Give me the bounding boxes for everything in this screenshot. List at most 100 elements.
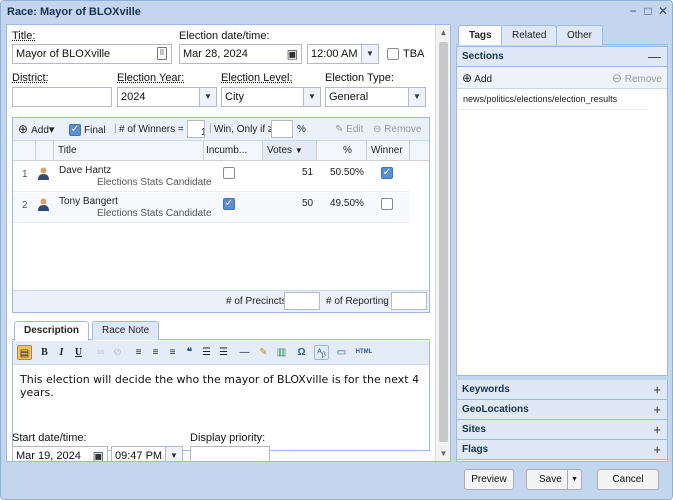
winners-input[interactable]: 1 — [187, 120, 205, 138]
col-winner[interactable]: Winner — [371, 145, 403, 156]
col-title[interactable]: Title — [58, 145, 77, 156]
incumbent-checkbox[interactable]: ✓ — [223, 198, 235, 210]
scroll-up-icon[interactable]: ▲ — [436, 28, 450, 37]
description-text[interactable]: This election will decide the who the ma… — [20, 373, 420, 399]
display-priority-input[interactable] — [190, 446, 270, 461]
html-source-icon[interactable]: HTML — [353, 345, 375, 360]
media-icon[interactable]: ▭ — [334, 345, 349, 360]
col-percent[interactable]: % — [343, 145, 352, 156]
candidate-name: Dave Hantz — [59, 165, 112, 176]
italic-icon[interactable]: I — [54, 345, 69, 360]
flags-header[interactable]: Flags + — [457, 440, 667, 460]
tab-other[interactable]: Other — [556, 25, 604, 45]
election-year-select[interactable]: 2024 ▼ — [117, 87, 217, 107]
preview-button[interactable]: Preview — [464, 469, 514, 490]
edit-button[interactable]: ✎ Edit — [335, 124, 363, 135]
scrollbar-thumb[interactable] — [439, 42, 448, 442]
tab-race-note[interactable]: Race Note — [92, 321, 160, 340]
expand-icon[interactable]: + — [653, 402, 661, 417]
col-incumbent[interactable]: Incumb... — [206, 145, 247, 156]
edit-source-icon[interactable]: ✎ — [256, 345, 271, 360]
chevron-down-icon[interactable]: ▼ — [408, 88, 425, 106]
tab-description[interactable]: Description — [14, 321, 90, 341]
form-scrollbar[interactable]: ▲ ▼ — [435, 25, 450, 461]
election-type-select[interactable]: General ▼ — [325, 87, 426, 107]
horizontal-rule-icon[interactable]: — — [237, 345, 252, 360]
district-label: District: — [12, 72, 49, 84]
tab-tags[interactable]: Tags — [458, 25, 503, 45]
chevron-down-icon[interactable]: ▼ — [199, 88, 216, 106]
unlink-icon[interactable]: ⊘ — [110, 345, 125, 360]
sections-toolbar: ⊕ Add ⊖ Remove — [457, 67, 667, 89]
start-time-select[interactable]: 09:47 PM ▼ — [111, 446, 183, 461]
geolocations-header[interactable]: GeoLocations + — [457, 400, 667, 420]
precincts-input[interactable] — [284, 292, 320, 310]
restore-icon[interactable]: □ — [641, 4, 655, 18]
election-time-select[interactable]: 12:00 AM ▼ — [307, 44, 379, 64]
keywords-title: Keywords — [462, 384, 510, 395]
winners-value: 1 — [201, 127, 204, 137]
incumbent-checkbox[interactable] — [223, 167, 235, 179]
align-center-icon[interactable]: ≡ — [148, 345, 163, 360]
election-date-input[interactable]: Mar 28, 2024 ▣ — [179, 44, 302, 64]
chevron-down-icon[interactable]: ▼ — [165, 447, 182, 461]
close-icon[interactable]: ✕ — [656, 4, 670, 18]
win-threshold-input[interactable] — [271, 120, 293, 138]
bold-icon[interactable]: B — [37, 345, 52, 360]
col-votes[interactable]: Votes ▼ — [263, 141, 316, 160]
remove-section-button[interactable]: ⊖ Remove — [612, 71, 662, 85]
col-separator — [409, 141, 410, 161]
expand-icon[interactable]: + — [653, 382, 661, 397]
table-row[interactable]: 2 Tony Bangert Elections Stats Candidate… — [13, 193, 409, 223]
cancel-button[interactable]: Cancel — [597, 469, 659, 490]
special-char-icon[interactable]: Ω — [294, 345, 309, 360]
link-icon[interactable]: ∞ — [93, 345, 108, 360]
window-title: Race: Mayor of BLOXville — [7, 6, 141, 18]
tba-checkbox[interactable] — [387, 48, 399, 60]
expand-icon[interactable]: + — [653, 442, 661, 457]
table-icon[interactable]: ▥ — [274, 345, 289, 360]
expand-icon[interactable]: + — [653, 422, 661, 437]
spell-check-icon[interactable]: ⠿ — [157, 47, 167, 60]
col-separator — [203, 141, 204, 161]
editor-toolbar: ▤ B I U ∞ ⊘ ≡ ≡ ≡ ❝ ☰ ☰ — ✎ ▥ Ω ᴬᵦ ▭ HTM… — [13, 341, 429, 365]
toolbar-separator: | — [114, 123, 117, 134]
remove-candidate-button[interactable]: ⊖ Remove — [373, 124, 421, 135]
reporting-input[interactable] — [391, 292, 427, 310]
list-item[interactable]: news/politics/elections/election_results — [458, 90, 648, 110]
scroll-down-icon[interactable]: ▼ — [436, 449, 450, 458]
calendar-icon[interactable]: ▣ — [93, 449, 104, 461]
spellcheck-icon[interactable]: ᴬᵦ — [314, 345, 329, 360]
calendar-icon[interactable]: ▣ — [287, 47, 298, 61]
ordered-list-icon[interactable]: ☰ — [199, 345, 214, 360]
unordered-list-icon[interactable]: ☰ — [216, 345, 231, 360]
minimize-icon[interactable]: − — [626, 4, 640, 18]
paste-icon[interactable]: ▤ — [17, 345, 32, 360]
chevron-down-icon[interactable]: ▼ — [567, 470, 581, 489]
description-tabs: Description Race Note — [12, 319, 430, 341]
keywords-header[interactable]: Keywords + — [457, 380, 667, 400]
winner-checkbox[interactable]: ✓ — [381, 167, 393, 179]
blockquote-icon[interactable]: ❝ — [182, 345, 197, 360]
collapse-icon[interactable]: — — [648, 49, 661, 64]
sites-header[interactable]: Sites + — [457, 420, 667, 440]
winner-checkbox[interactable] — [381, 198, 393, 210]
sections-header[interactable]: Sections — — [457, 47, 667, 67]
title-input[interactable]: Mayor of BLOXville ⠿ — [12, 44, 172, 64]
window-titlebar[interactable]: Race: Mayor of BLOXville − □ ✕ — [1, 1, 672, 23]
chevron-down-icon[interactable]: ▼ — [361, 45, 378, 63]
district-input[interactable] — [12, 87, 112, 107]
underline-icon[interactable]: U — [71, 345, 86, 360]
race-window: Race: Mayor of BLOXville − □ ✕ ▲ ▼ Title… — [0, 0, 673, 500]
final-checkbox[interactable]: ✓ — [69, 124, 81, 136]
table-row[interactable]: 1 Dave Hantz Elections Stats Candidate 5… — [13, 162, 409, 192]
election-level-select[interactable]: City ▼ — [221, 87, 321, 107]
save-button[interactable]: Save ▼ — [526, 469, 582, 490]
add-section-button[interactable]: ⊕ Add — [462, 71, 492, 85]
tab-related[interactable]: Related — [501, 25, 558, 45]
align-left-icon[interactable]: ≡ — [131, 345, 146, 360]
align-right-icon[interactable]: ≡ — [165, 345, 180, 360]
chevron-down-icon[interactable]: ▼ — [303, 88, 320, 106]
start-date-input[interactable]: Mar 19, 2024 ▣ — [12, 446, 108, 461]
add-candidate-button[interactable]: ⊕ Add▾ — [18, 122, 54, 136]
